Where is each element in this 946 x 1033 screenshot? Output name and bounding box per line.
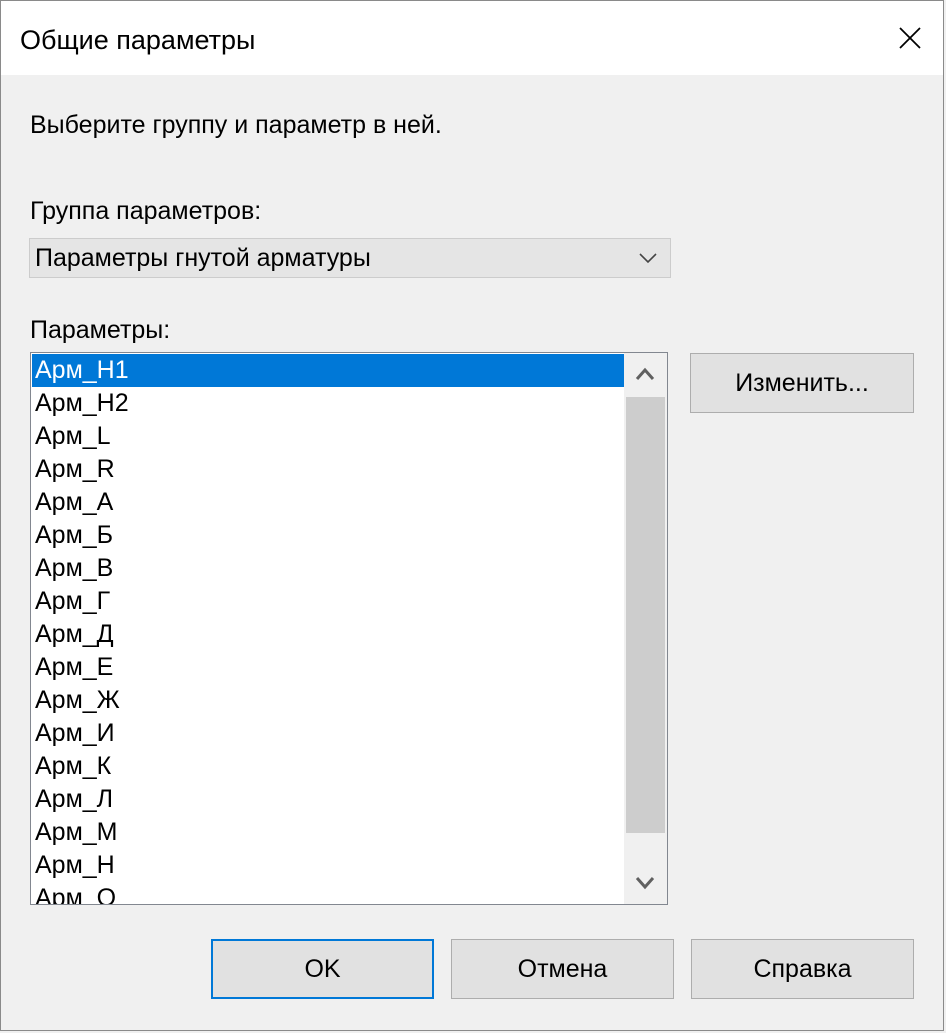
chevron-down-icon [635,877,655,890]
close-button[interactable] [887,15,933,61]
parameters-label: Параметры: [30,316,171,344]
dialog-window: Общие параметры Выберите группу и параме… [0,0,944,1031]
list-item[interactable]: Арм_Ж [32,684,626,717]
group-label: Группа параметров: [30,197,262,225]
instruction-text: Выберите группу и параметр в ней. [30,111,442,139]
scroll-up-button[interactable] [624,353,667,395]
group-combobox-value: Параметры гнутой арматуры [35,244,371,272]
dialog-title: Общие параметры [20,25,256,55]
list-item[interactable]: Арм_И [32,717,626,750]
parameters-list: Арм_H1 Арм_H2 Арм_L Арм_R Арм_А Арм_Б Арм_В Арм… [32,354,626,904]
list-item[interactable]: Арм_А [32,486,626,519]
list-item[interactable]: Арм_Е [32,651,626,684]
scroll-down-button[interactable] [624,862,667,904]
list-item[interactable]: Арм_К [32,750,626,783]
list-item[interactable]: Арм_М [32,816,626,849]
list-item[interactable]: Арм_Л [32,783,626,816]
title-bar: Общие параметры [1,1,943,75]
list-item[interactable]: Арм_В [32,552,626,585]
list-item[interactable]: Арм_H1 [32,354,626,387]
close-icon [899,27,921,49]
list-item[interactable]: Арм_Д [32,618,626,651]
group-combobox[interactable]: Параметры гнутой арматуры [29,238,671,278]
list-item[interactable]: Арм_L [32,420,626,453]
cancel-button[interactable]: Отмена [451,939,674,999]
scroll-thumb[interactable] [626,397,665,833]
chevron-up-icon [635,367,655,380]
list-item[interactable]: Арм_Б [32,519,626,552]
list-scrollbar[interactable] [624,353,667,904]
list-item[interactable]: Арм_Н [32,849,626,882]
chevron-down-icon [639,253,657,264]
list-item[interactable]: Арм_О [32,882,626,904]
parameters-listbox[interactable]: Арм_H1 Арм_H2 Арм_L Арм_R Арм_А Арм_Б Арм_В Арм… [30,352,668,905]
list-item[interactable]: Арм_H2 [32,387,626,420]
list-item[interactable]: Арм_Г [32,585,626,618]
help-button[interactable]: Справка [691,939,914,999]
edit-button[interactable]: Изменить... [690,353,914,413]
list-item[interactable]: Арм_R [32,453,626,486]
ok-button[interactable]: OK [211,939,434,999]
